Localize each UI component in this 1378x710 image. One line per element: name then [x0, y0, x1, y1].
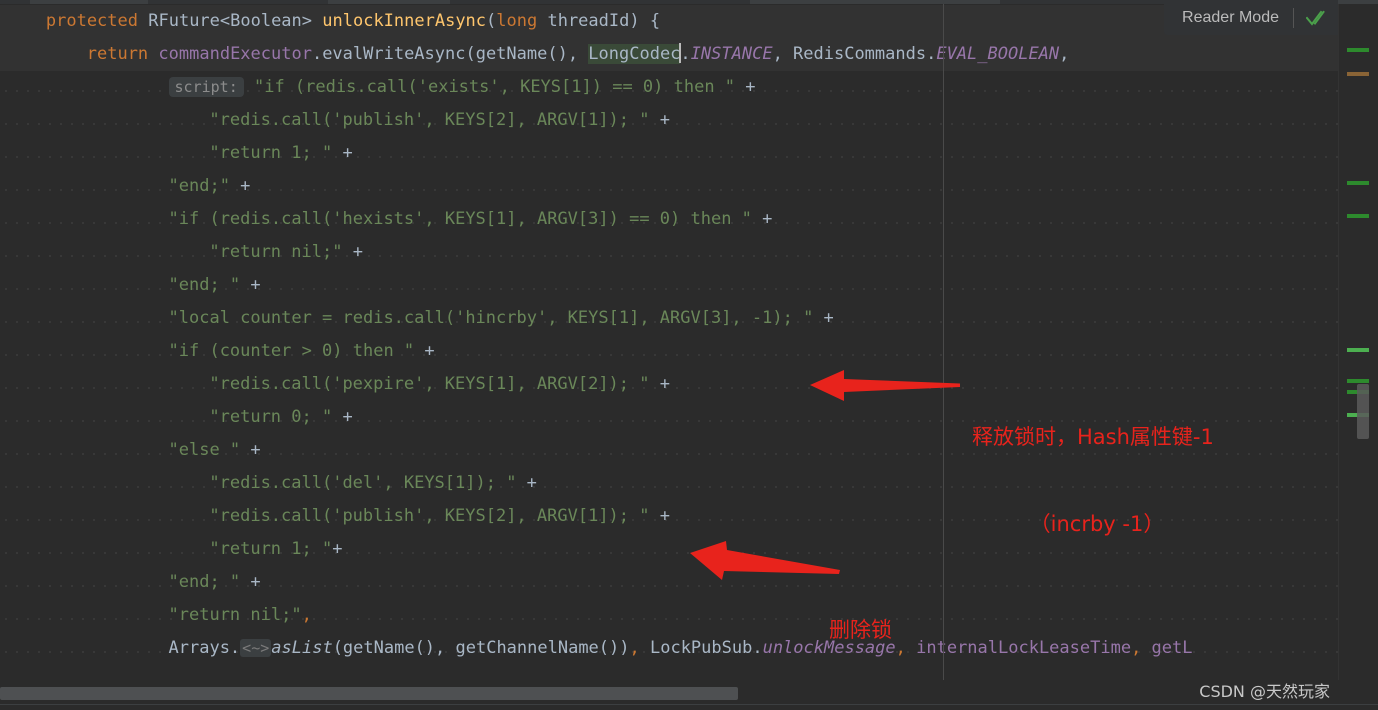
code-token: threadId: [537, 11, 630, 31]
code-line[interactable]: "end;" +: [0, 170, 1338, 203]
code-token: ,: [1059, 44, 1070, 64]
error-stripe-mark[interactable]: [1347, 181, 1369, 185]
code-token: "return nil;": [209, 242, 343, 262]
arrow-to-pexpire-line: [810, 370, 960, 401]
error-stripe-mark[interactable]: [1347, 72, 1369, 76]
release-lock-annotation-line1: 释放锁时，Hash属性键-1: [972, 425, 1214, 449]
code-token: +: [229, 176, 251, 196]
code-token: +: [516, 473, 537, 493]
code-line[interactable]: "if (redis.call('hexists', KEYS[1], ARGV…: [0, 203, 1338, 236]
release-lock-annotation: 释放锁时，Hash属性键-1 （incrby -1）: [972, 365, 1222, 597]
code-line[interactable]: "return 1; " +: [0, 137, 1338, 170]
code-token: ) {: [629, 11, 661, 31]
code-token: +: [813, 308, 834, 328]
code-token: +: [240, 572, 261, 592]
code-line[interactable]: Arrays. <~> asList(getName(), getChannelNa…: [0, 632, 1338, 665]
watermark: CSDN @天然玩家: [1199, 682, 1330, 701]
code-token: +: [649, 374, 670, 394]
code-token: (: [486, 11, 497, 31]
code-token: +: [332, 539, 343, 559]
code-token: "return 0; ": [209, 407, 333, 427]
code-token: EVAL_BOOLEAN: [936, 44, 1060, 64]
code-token: RFuture<Boolean>: [148, 11, 313, 31]
code-token: +: [240, 440, 261, 460]
code-token: long: [496, 11, 538, 31]
code-token: protected: [45, 11, 138, 31]
code-token: +: [332, 143, 353, 163]
code-token: Arrays.: [168, 638, 241, 658]
code-token: "redis.call('pexpire', KEYS[1], ARGV[2])…: [209, 374, 650, 394]
code-token: "redis.call('publish', KEYS[2], ARGV[1])…: [209, 110, 650, 130]
code-line[interactable]: protected RFuture<Boolean> unlockInnerAs…: [0, 5, 1338, 38]
error-stripe-mark[interactable]: [1347, 379, 1369, 383]
code-line[interactable]: "if (counter > 0) then " +: [0, 335, 1338, 368]
error-stripe-gutter[interactable]: [1338, 4, 1378, 680]
horizontal-scrollbar-thumb[interactable]: [0, 687, 738, 700]
vertical-scrollbar-thumb[interactable]: [1357, 384, 1369, 439]
code-token: getL: [1151, 638, 1193, 658]
code-token: "local counter = redis.call('hincrby', K…: [168, 308, 814, 328]
reader-mode-widget[interactable]: Reader Mode: [1164, 0, 1338, 35]
code-token: (getName(), getChannelName()): [332, 638, 630, 658]
code-token: .evalWriteAsync(getName(),: [311, 44, 589, 64]
code-token: "return 1; ": [209, 539, 333, 559]
code-token: +: [751, 209, 773, 229]
code-line[interactable]: "local counter = redis.call('hincrby', K…: [0, 302, 1338, 335]
code-token: "else ": [168, 440, 241, 460]
code-token: "if (redis.call('exists', KEYS[1]) == 0)…: [253, 77, 736, 97]
code-token: ,: [629, 638, 650, 658]
code-line[interactable]: "end; " +: [0, 269, 1338, 302]
inlay-hint-generic: <~>: [240, 639, 272, 657]
code-token: "if (redis.call('hexists', KEYS[1], ARGV…: [168, 209, 752, 229]
code-token: +: [240, 275, 261, 295]
code-line[interactable]: return commandExecutor.evalWriteAsync(ge…: [0, 38, 1338, 71]
selected-identifier: LongCodec: [588, 44, 681, 64]
code-token: "end; ": [168, 572, 241, 592]
code-token: .: [680, 44, 691, 64]
arrow-to-return1-line: [690, 541, 840, 580]
code-token: +: [414, 341, 435, 361]
code-token: return: [86, 44, 149, 64]
code-token: "end;": [168, 176, 230, 196]
release-lock-annotation-line2: （incrby -1）: [1029, 512, 1165, 536]
code-token: INSTANCE: [690, 44, 773, 64]
code-token: +: [735, 77, 756, 97]
inlay-hint-script-param: script:: [168, 77, 244, 97]
code-token: , RedisCommands.: [772, 44, 937, 64]
code-token: "end; ": [168, 275, 241, 295]
code-token: +: [342, 242, 363, 262]
code-token: "if (counter > 0) then ": [168, 341, 415, 361]
error-stripe-mark[interactable]: [1347, 48, 1369, 52]
error-stripe-mark[interactable]: [1347, 214, 1369, 218]
double-check-icon[interactable]: [1294, 10, 1338, 26]
error-stripe-mark[interactable]: [1347, 348, 1369, 352]
delete-lock-annotation-line1: 删除锁: [829, 618, 892, 642]
status-strip: [0, 704, 1378, 710]
code-token: +: [332, 407, 353, 427]
code-token: "redis.call('publish', KEYS[2], ARGV[1])…: [209, 506, 650, 526]
code-line[interactable]: "return nil;" +: [0, 236, 1338, 269]
code-token: "return nil;": [168, 605, 302, 625]
code-token: "redis.call('del', KEYS[1]); ": [209, 473, 517, 493]
code-line[interactable]: script: "if (redis.call('exists', KEYS[1…: [0, 71, 1338, 104]
code-token: unlockInnerAsync: [322, 11, 487, 31]
code-token: commandExecutor: [158, 44, 312, 64]
reader-mode-label: Reader Mode: [1182, 8, 1279, 26]
code-token: LockPubSub.: [649, 638, 763, 658]
code-token: +: [649, 110, 670, 130]
code-token: asList: [271, 638, 333, 658]
code-line[interactable]: "return nil;",: [0, 599, 1338, 632]
code-token: +: [649, 506, 670, 526]
horizontal-scrollbar[interactable]: [0, 684, 1338, 704]
editor-window: protected RFuture<Boolean> unlockInnerAs…: [0, 0, 1378, 710]
code-token: "return 1; ": [209, 143, 333, 163]
code-line[interactable]: "redis.call('publish', KEYS[2], ARGV[1])…: [0, 104, 1338, 137]
code-token: ,: [301, 605, 312, 625]
code-token: ,: [1131, 638, 1152, 658]
